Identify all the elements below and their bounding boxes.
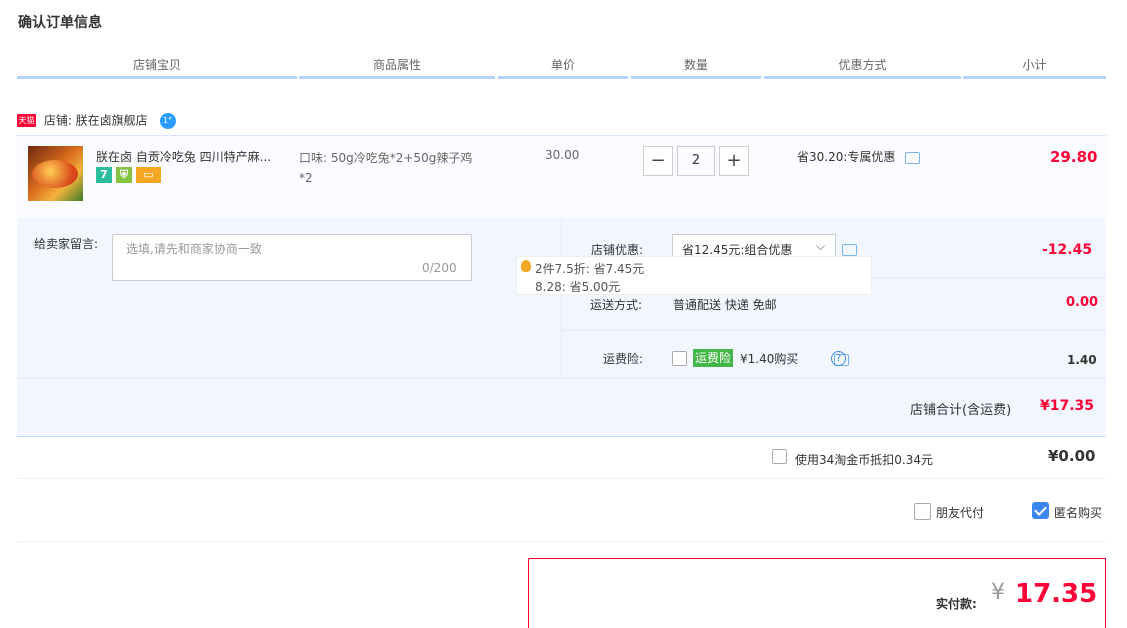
shipping-label: 运送方式: bbox=[590, 298, 643, 312]
header-quantity: 数量 bbox=[631, 54, 761, 79]
item-promo-text: 省30.20:专属优惠 bbox=[797, 150, 896, 164]
sku-line-2: *2 bbox=[299, 171, 313, 185]
friend-pay-label: 朋友代付 bbox=[936, 506, 985, 520]
insurance-tag: 运费险 bbox=[693, 349, 734, 367]
tmall-icon: 天猫 bbox=[17, 114, 36, 127]
divider bbox=[561, 218, 562, 378]
page-title: 确认订单信息 bbox=[18, 15, 102, 31]
increase-button[interactable]: + bbox=[719, 146, 749, 176]
tooltip-line-1: 2件7.5折: 省7.45元 bbox=[535, 262, 645, 276]
header-attributes: 商品属性 bbox=[299, 54, 495, 79]
coins-amount: ¥0.00 bbox=[1048, 447, 1096, 465]
insurance-label: 运费险: bbox=[603, 352, 644, 366]
seven-day-return-icon[interactable]: 7 bbox=[96, 167, 112, 183]
card-icon[interactable]: ▭ bbox=[136, 167, 161, 183]
product-attributes: 口味: 50g冷吃兔*2+50g辣子鸡 *2 bbox=[299, 148, 509, 188]
shop-name[interactable]: 店铺: 朕在卤旗舰店 bbox=[44, 114, 148, 128]
header-discount: 优惠方式 bbox=[764, 54, 961, 79]
shop-promo-value: -12.45 bbox=[1042, 242, 1093, 258]
pay-label: 实付款: bbox=[936, 597, 977, 611]
service-icons: 7 ⛨ ▭ bbox=[96, 167, 165, 185]
insurance-price: ¥1.40购买 bbox=[740, 352, 799, 366]
order-table-header: 店铺宝贝 商品属性 单价 数量 优惠方式 小计 bbox=[17, 54, 1106, 79]
unit-price: 30.00 bbox=[545, 148, 580, 162]
divider bbox=[562, 330, 1106, 331]
promo-info-icon[interactable] bbox=[905, 151, 921, 164]
tooltip-line-2: 8.28: 省5.00元 bbox=[535, 280, 621, 294]
memo-placeholder: 选填,请先和商家协商一致 bbox=[126, 242, 262, 256]
currency-symbol: ¥ bbox=[991, 580, 1005, 605]
insurance-amount: 1.40 bbox=[1067, 353, 1097, 367]
product-title[interactable]: 朕在卤 自贡冷吃兔 四川特产麻... bbox=[96, 148, 288, 165]
anonymous-checkbox[interactable] bbox=[1032, 502, 1049, 519]
memo-label: 给卖家留言: bbox=[34, 237, 99, 251]
promo-chat-icon[interactable] bbox=[842, 243, 857, 256]
decrease-button[interactable]: − bbox=[643, 146, 673, 176]
divider bbox=[17, 478, 1106, 479]
product-thumbnail[interactable] bbox=[28, 146, 83, 201]
shipping-method: 普通配送 快递 免邮 bbox=[673, 298, 777, 312]
coins-label: 使用34淘金币抵扣0.34元 bbox=[795, 453, 933, 467]
header-shop-item: 店铺宝贝 bbox=[17, 54, 297, 79]
header-subtotal: 小计 bbox=[963, 54, 1106, 79]
memo-char-count: 0/200 bbox=[422, 261, 457, 275]
divider bbox=[17, 541, 1106, 542]
shipping-amount: 0.00 bbox=[1066, 295, 1099, 310]
insurance-checkbox[interactable] bbox=[672, 351, 687, 366]
pay-total: 17.35 bbox=[1015, 579, 1098, 609]
quantity-input[interactable]: 2 bbox=[677, 146, 715, 176]
coins-checkbox[interactable] bbox=[772, 449, 787, 464]
item-subtotal: 29.80 bbox=[1050, 148, 1098, 166]
shop-total-label: 店铺合计(含运费) bbox=[910, 403, 1012, 418]
bulb-icon bbox=[521, 260, 531, 272]
friend-pay-checkbox[interactable] bbox=[914, 503, 931, 520]
wangwang-chat-icon[interactable]: 1° bbox=[159, 112, 176, 129]
anonymous-label: 匿名购买 bbox=[1054, 506, 1103, 520]
item-promo: 省30.20:专属优惠 bbox=[797, 148, 921, 165]
shield-icon[interactable]: ⛨ bbox=[116, 167, 132, 183]
header-unit-price: 单价 bbox=[498, 54, 628, 79]
help-icon[interactable]: ? bbox=[831, 351, 846, 366]
chevron-down-icon[interactable]: ⌵ bbox=[816, 239, 825, 254]
shop-total-value: ¥17.35 bbox=[1040, 398, 1095, 414]
divider bbox=[17, 378, 1106, 379]
sku-line-1: 口味: 50g冷吃兔*2+50g辣子鸡 bbox=[299, 151, 473, 165]
shop-row: 天猫 店铺: 朕在卤旗舰店 1° bbox=[17, 108, 176, 132]
